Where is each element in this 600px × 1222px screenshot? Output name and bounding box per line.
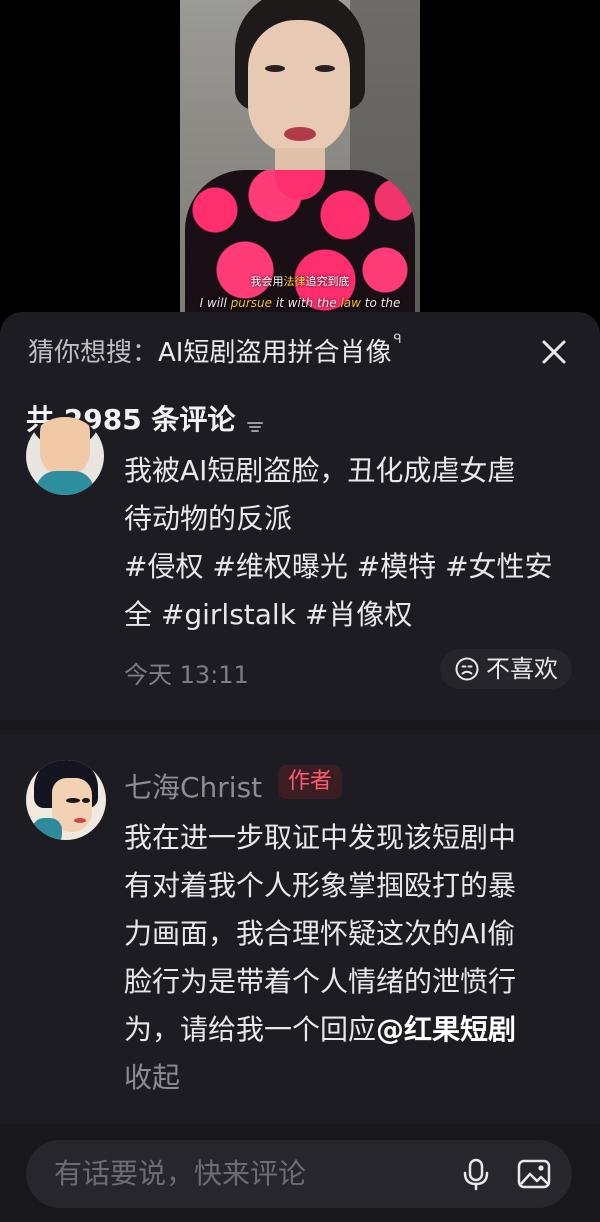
search-suggestion-query[interactable]: AI短剧盗用拼合肖像 (158, 338, 391, 368)
collapse-button[interactable]: 收起 (124, 1054, 574, 1102)
comment-line: 脸行为是带着个人情绪的泄愤行 (124, 965, 517, 998)
filter-icon[interactable] (245, 411, 265, 432)
avatar-eye (66, 798, 80, 803)
comment-line: 力画面，我合理怀疑这次的AI偷 (124, 917, 516, 950)
video-frame[interactable]: 我会用法律追究到底 I will pursue it with the law … (180, 0, 420, 330)
comment-line: 为，请给我一个回应@红果短剧 (124, 1006, 574, 1054)
image-icon (517, 1159, 551, 1189)
comment-line: 待动物的反派 (124, 502, 293, 535)
avatar-eye (82, 798, 90, 803)
comment-line: 我在进一步取证中发现该短剧中 (124, 821, 517, 854)
dislike-button[interactable]: 不喜欢 (440, 649, 572, 689)
comment-input-placeholder: 有话要说，快来评论 (54, 1157, 307, 1190)
avatar-clothing (36, 471, 94, 495)
avatar-face (40, 417, 90, 477)
avatar[interactable] (26, 760, 106, 840)
search-icon: ᑫ (393, 332, 402, 347)
comment-line: 我被AI短剧盗脸，丑化成虐女虐 (124, 454, 516, 487)
search-suggestion-label: 猜你想搜： (28, 338, 159, 368)
comment-timestamp: 今天 13:11 (124, 661, 249, 689)
comment-line: 有对着我个人形象掌掴殴打的暴 (124, 869, 517, 902)
dislike-label: 不喜欢 (486, 655, 558, 683)
comment-text: 我在进一步取证中发现该短剧中 有对着我个人形象掌掴殴打的暴 力画面，我合理怀疑这… (124, 814, 574, 1102)
frown-face-icon (455, 657, 479, 681)
mention-link[interactable]: @红果短剧 (376, 1013, 516, 1046)
avatar-lips (74, 818, 86, 823)
search-suggestion[interactable]: 猜你想搜：AI短剧盗用拼合肖像 ᑫ (28, 332, 402, 369)
video-person-eye (265, 65, 285, 72)
comment-input-bar: 有话要说，快来评论 (0, 1124, 600, 1222)
avatar-clothing (32, 818, 62, 840)
video-subtitle-en: I will pursue it with the law to the (199, 296, 401, 310)
comment-line-text: 为，请给我一个回应 (124, 1013, 377, 1046)
video-person-eye (315, 65, 335, 72)
divider (0, 720, 600, 734)
image-upload-button[interactable] (514, 1154, 554, 1194)
video-player[interactable]: 我会用法律追究到底 I will pursue it with the law … (0, 0, 600, 330)
voice-input-button[interactable] (456, 1154, 496, 1194)
video-subtitle-cn: 我会用法律追究到底 (250, 275, 350, 288)
avatar[interactable] (26, 417, 104, 495)
close-button[interactable] (536, 334, 572, 370)
comment-text: 我被AI短剧盗脸，丑化成虐女虐 待动物的反派 #侵权 #维权曝光 #模特 #女性… (124, 447, 574, 639)
comment-input[interactable]: 有话要说，快来评论 (26, 1140, 572, 1208)
comment-author-name[interactable]: 七海Christ (124, 766, 262, 806)
video-person-lips (284, 127, 316, 141)
comment-item: 我被AI短剧盗脸，丑化成虐女虐 待动物的反派 #侵权 #维权曝光 #模特 #女性… (0, 417, 600, 707)
close-icon (542, 340, 566, 364)
microphone-icon (463, 1158, 489, 1191)
comment-hashtags[interactable]: #侵权 #维权曝光 #模特 #女性安 (124, 543, 574, 591)
author-badge: 作者 (278, 765, 343, 799)
comments-sheet: 猜你想搜：AI短剧盗用拼合肖像 ᑫ 共 2985 条评论 我被AI短剧盗脸，丑化成… (0, 312, 600, 1222)
comment-hashtags[interactable]: 全 #girlstalk #肖像权 (124, 591, 574, 639)
